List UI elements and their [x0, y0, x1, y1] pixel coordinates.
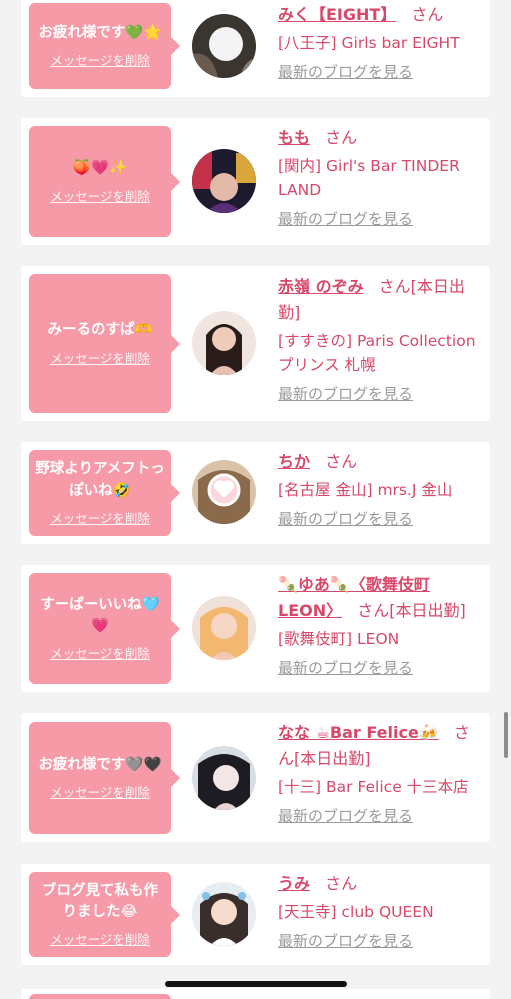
message-bubble: すーぱーいいね🩵💗 メッセージを削除	[29, 573, 180, 684]
avatar[interactable]	[192, 746, 256, 810]
girl-name-link[interactable]: ちか	[278, 452, 310, 471]
message-bubble: みーるのすぱ🫶 メッセージを削除	[29, 274, 180, 413]
avatar[interactable]	[192, 149, 256, 213]
latest-blog-link[interactable]: 最新のブログを見る	[278, 383, 413, 405]
avatar[interactable]	[192, 460, 256, 524]
avatar[interactable]	[192, 882, 256, 946]
message-text: みーるのすぱ🫶	[47, 322, 153, 339]
card-info: 赤嶺 のぞみ さん[本日出勤] [すすきの] Paris Collection …	[278, 274, 484, 405]
shop-text: [名古屋 金山] mrs.J 金山	[278, 481, 453, 499]
message-bubble: 🍑💗✨ メッセージを削除	[29, 126, 180, 237]
message-card: すーぱーいいね🩵💗 メッセージを削除 🍡ゆあ🍡〈歌舞伎町LEON〉 さん[本日出…	[21, 565, 490, 692]
message-card: みーるのすぱ🫶 メッセージを削除 赤嶺 のぞみ さん[本日出勤] [すすきの] …	[21, 266, 490, 421]
message-text: お疲れ様です🩶🖤	[38, 756, 162, 773]
message-bubble: 野球よりアメフトっぽいね🤣 メッセージを削除	[29, 450, 180, 536]
message-text: 🍑💗✨	[72, 160, 128, 177]
message-text: すーぱーいいね🩵💗	[40, 596, 160, 634]
message-bubble: お疲れ様です🩶🖤 メッセージを削除	[29, 722, 180, 834]
delete-message-link[interactable]: メッセージを削除	[50, 186, 150, 205]
message-card: お疲れ様です💚🌟 メッセージを削除 みく【EIGHT】 さん [八王子] Gir…	[21, 0, 490, 97]
latest-blog-link[interactable]: 最新のブログを見る	[278, 61, 413, 83]
avatar[interactable]	[192, 311, 256, 375]
honorific-text: さん	[411, 5, 444, 24]
message-text: ブログ見て私も作りました😂	[42, 882, 158, 920]
home-indicator[interactable]	[165, 981, 347, 987]
card-info: ちか さん [名古屋 金山] mrs.J 金山 最新のブログを見る	[278, 449, 484, 530]
girl-name-link[interactable]: 赤嶺 のぞみ	[278, 277, 364, 296]
message-card: 野球よりアメフトっぽいね🤣 メッセージを削除 ちか さん [名古屋 金山] mr…	[21, 442, 490, 544]
shop-text: [歌舞伎町] LEON	[278, 630, 400, 648]
girl-name-link[interactable]: うみ	[278, 874, 310, 893]
shop-text: [天王寺] club QUEEN	[278, 903, 434, 921]
honorific-text: さん	[325, 452, 358, 471]
latest-blog-link[interactable]: 最新のブログを見る	[278, 930, 413, 952]
card-info: なな ☕Bar Felice🍻 さん[本日出勤] [十三] Bar Felice…	[278, 720, 484, 827]
shop-text: [十三] Bar Felice 十三本店	[278, 778, 469, 796]
message-bubble	[29, 994, 171, 999]
latest-blog-link[interactable]: 最新のブログを見る	[278, 805, 413, 827]
honorific-text: さん	[325, 874, 358, 893]
shop-text: [八王子] Girls bar EIGHT	[278, 34, 460, 52]
message-bubble: お疲れ様です💚🌟 メッセージを削除	[29, 3, 180, 89]
avatar[interactable]	[192, 14, 256, 78]
girl-name-link[interactable]: みく【EIGHT】	[278, 5, 396, 24]
delete-message-link[interactable]: メッセージを削除	[50, 348, 150, 367]
latest-blog-link[interactable]: 最新のブログを見る	[278, 657, 413, 679]
message-text: 野球よりアメフトっぽいね🤣	[35, 461, 165, 499]
shop-text: [関内] Girl's Bar TINDER LAND	[278, 157, 460, 199]
message-card: 🍑💗✨ メッセージを削除 もも さん [関内] Girl's Bar TINDE…	[21, 118, 490, 245]
card-info: もも さん [関内] Girl's Bar TINDER LAND 最新のブログ…	[278, 125, 484, 230]
message-card: お疲れ様です🩶🖤 メッセージを削除 なな ☕Bar Felice🍻 さん[本日出…	[21, 713, 490, 842]
honorific-text: さん[本日出勤]	[357, 601, 466, 620]
scrollbar[interactable]	[504, 712, 508, 758]
latest-blog-link[interactable]: 最新のブログを見る	[278, 508, 413, 530]
delete-message-link[interactable]: メッセージを削除	[50, 782, 150, 801]
delete-message-link[interactable]: メッセージを削除	[50, 508, 150, 527]
message-card: ブログ見て私も作りました😂 メッセージを削除 うみ さん [天王寺] club …	[21, 864, 490, 965]
delete-message-link[interactable]: メッセージを削除	[50, 50, 150, 69]
delete-message-link[interactable]: メッセージを削除	[50, 643, 150, 662]
avatar[interactable]	[192, 596, 256, 660]
card-info: みく【EIGHT】 さん [八王子] Girls bar EIGHT 最新のブロ…	[278, 2, 484, 83]
girl-name-link[interactable]: なな ☕Bar Felice🍻	[278, 723, 439, 742]
message-card-partial	[21, 989, 490, 999]
card-info: 🍡ゆあ🍡〈歌舞伎町LEON〉 さん[本日出勤] [歌舞伎町] LEON 最新のブ…	[278, 572, 484, 679]
honorific-text: さん	[325, 128, 358, 147]
girl-name-link[interactable]: もも	[278, 128, 310, 147]
message-bubble: ブログ見て私も作りました😂 メッセージを削除	[29, 872, 180, 957]
message-text: お疲れ様です💚🌟	[38, 24, 162, 41]
delete-message-link[interactable]: メッセージを削除	[50, 929, 150, 948]
message-list-page: お疲れ様です💚🌟 メッセージを削除 みく【EIGHT】 さん [八王子] Gir…	[0, 0, 511, 999]
card-info: うみ さん [天王寺] club QUEEN 最新のブログを見る	[278, 871, 484, 952]
latest-blog-link[interactable]: 最新のブログを見る	[278, 208, 413, 230]
shop-text: [すすきの] Paris Collection プリンス 札幌	[278, 332, 476, 374]
